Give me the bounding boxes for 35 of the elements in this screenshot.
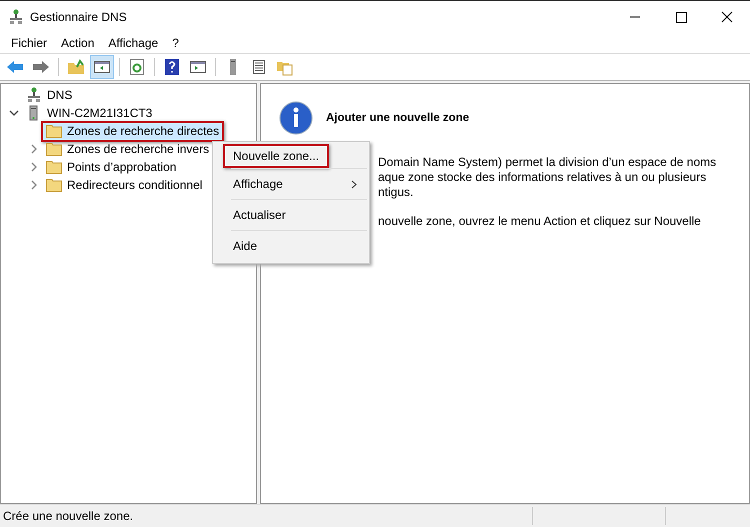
dns-icon — [26, 87, 42, 103]
window-title: Gestionnaire DNS — [30, 10, 127, 24]
menu-item[interactable]: Fichier — [4, 36, 54, 50]
help-icon — [163, 58, 181, 76]
refresh-icon — [128, 58, 146, 76]
up-icon — [67, 58, 85, 76]
context-menu-item[interactable]: Aide — [223, 231, 367, 261]
description-text: aque zone stocke des informations relatives à un ou plusieurs — [378, 170, 708, 185]
info-title: Ajouter une nouvelle zone — [326, 112, 470, 124]
menu-item[interactable]: Action — [54, 36, 102, 50]
tree-item[interactable]: DNS — [21, 84, 78, 106]
menu-item[interactable]: ? — [165, 36, 186, 50]
tree-item[interactable]: Zones de recherche directes — [41, 120, 224, 142]
folder-icon — [46, 124, 62, 138]
description-text: ntigus. — [378, 185, 414, 200]
tree-item[interactable]: Redirecteurs conditionnel — [41, 174, 208, 196]
folder-icon — [46, 160, 62, 174]
tree-item[interactable]: WIN-C2M21I31CT3 — [21, 102, 158, 124]
list-icon — [250, 58, 268, 76]
description-text: Domain Name System) permet la division d’un espace de noms — [378, 155, 718, 170]
info-icon — [279, 101, 313, 135]
tree-item[interactable]: Zones de recherche invers — [41, 138, 214, 160]
back-icon — [6, 58, 24, 76]
context-menu-item[interactable]: Actualiser — [223, 200, 367, 230]
context-menu-item[interactable]: Nouvelle zone... — [223, 144, 329, 168]
menu-item[interactable]: Affichage — [101, 36, 166, 50]
forward-icon — [32, 58, 50, 76]
context-menu-item[interactable]: Affichage — [223, 169, 367, 199]
folder-icon — [46, 178, 62, 192]
pane-button[interactable] — [90, 55, 114, 79]
tree-item[interactable]: Points d’approbation — [41, 156, 182, 178]
status-text: Crée une nouvelle zone. — [2, 509, 134, 523]
pane-icon — [93, 58, 111, 76]
dns-icon — [8, 9, 24, 25]
description-text: nouvelle zone, ouvrez le menu Action et cliquez sur Nouvelle — [378, 214, 702, 229]
